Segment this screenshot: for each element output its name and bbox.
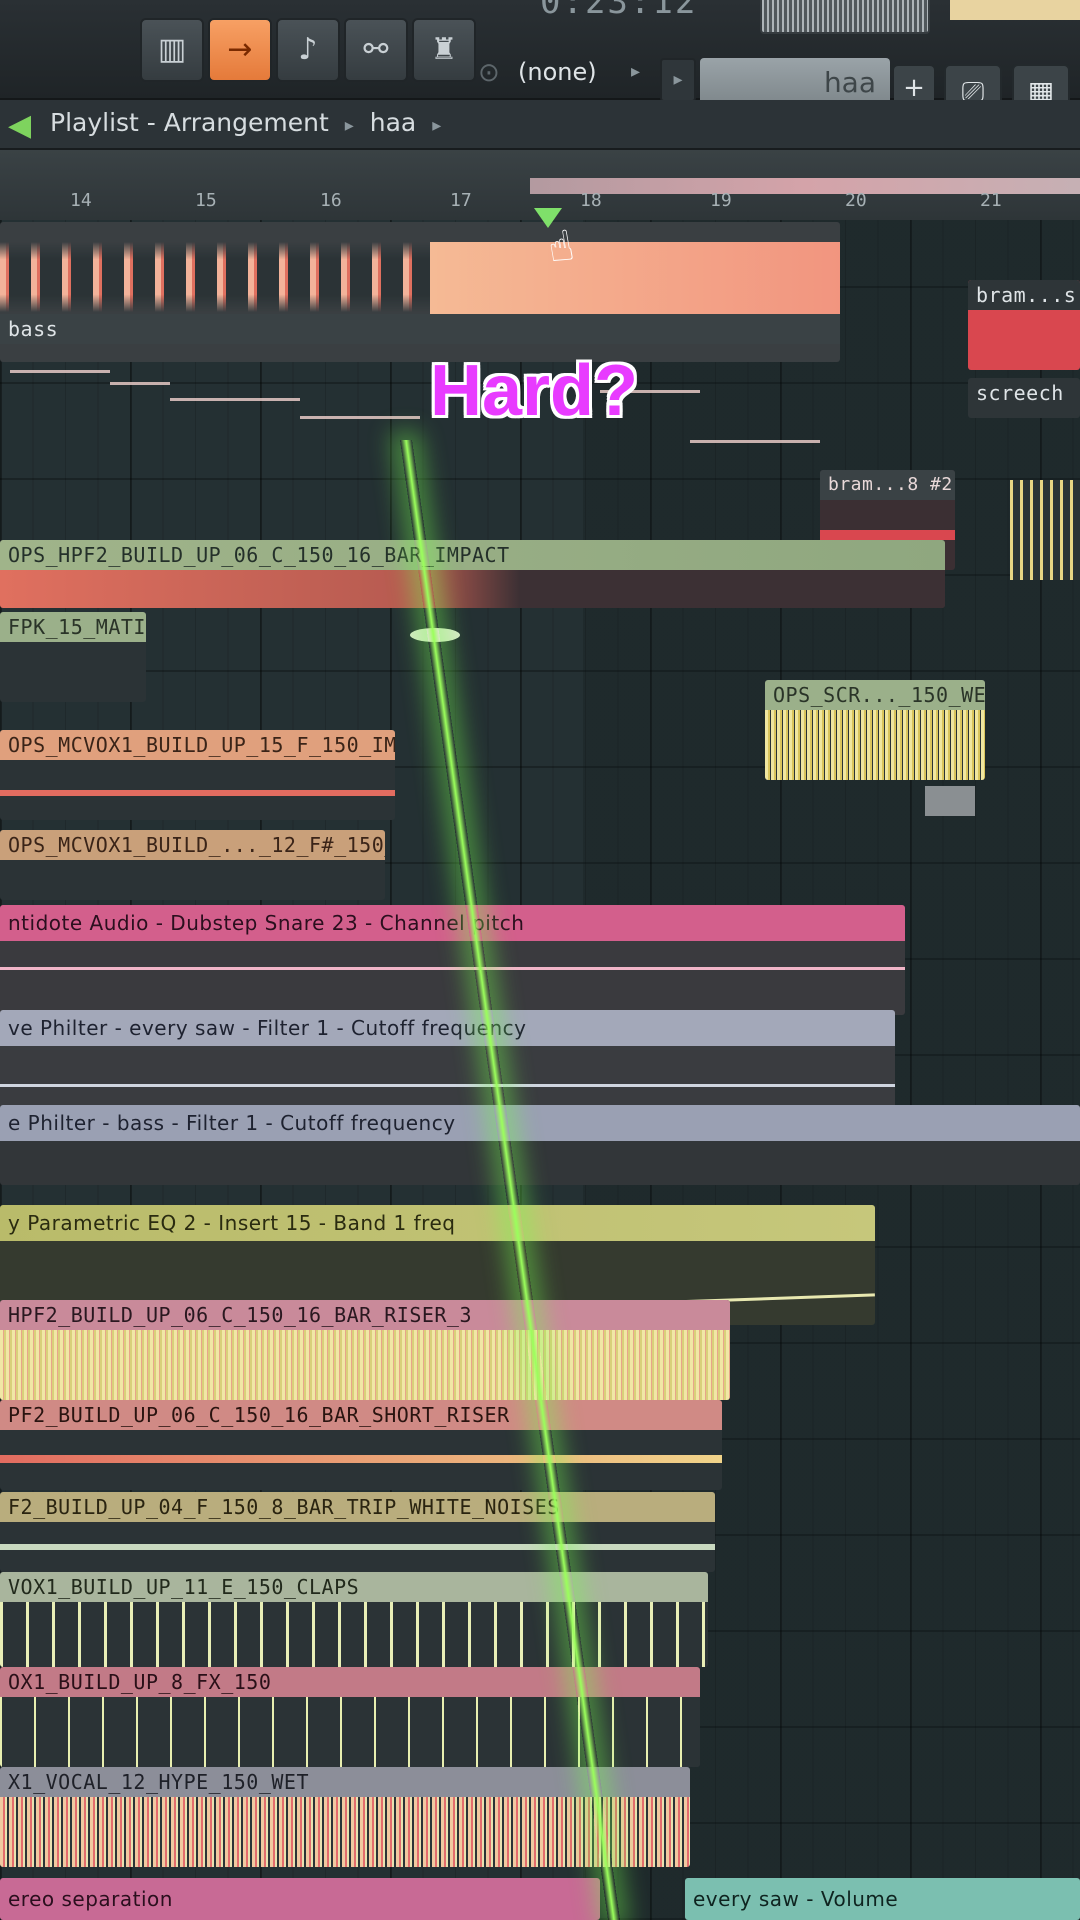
automation-line [0, 790, 395, 796]
plugin-icon[interactable]: ♪ [276, 18, 340, 82]
automation-lane [0, 350, 820, 443]
clip-label: OX1_BUILD_UP_8_FX_150 [0, 1667, 700, 1697]
playlist-clip[interactable]: screech [968, 378, 1080, 418]
automation-clip[interactable]: ereo separation [0, 1878, 600, 1920]
playlist-clip[interactable]: F2_BUILD_UP_04_F_150_8_BAR_TRIP_WHITE_NO… [0, 1492, 715, 1572]
chevron-right-icon: ▸ [630, 61, 640, 82]
current-pattern[interactable]: haa [370, 108, 416, 137]
arrow-tool-icon[interactable]: → [208, 18, 272, 82]
clip-label: ntidote Audio - Dubstep Snare 23 - Chann… [0, 905, 905, 941]
playlist-clip[interactable]: OPS_MCVOX1_BUILD_UP_15_F_150_IMPACT [0, 730, 395, 820]
playlist-clip[interactable]: OPS_MCVOX1_BUILD_..._12_F#_150_CRASHES [0, 830, 385, 900]
bar-number: 18 [580, 190, 602, 211]
bar-number: 16 [320, 190, 342, 211]
window-title: Playlist - Arrangement [50, 108, 329, 137]
clip-label: ereo separation [8, 1887, 173, 1911]
clip-label: bass [0, 314, 840, 344]
clip-waveform [0, 1602, 708, 1667]
automation-line [0, 967, 905, 970]
playlist-clip[interactable]: OPS_HPF2_BUILD_UP_06_C_150_16_BAR_IMPACT [0, 540, 945, 608]
playlist-clip[interactable]: VOX1_BUILD_UP_11_E_150_CLAPS [0, 1572, 708, 1667]
playlist-clip[interactable]: HPF2_BUILD_UP_06_C_150_16_BAR_RISER_3 [0, 1300, 730, 1400]
clip-label: screech [976, 381, 1064, 405]
clip-label: ve Philter - every saw - Filter 1 - Cuto… [0, 1010, 895, 1046]
automation-clip[interactable]: ve Philter - every saw - Filter 1 - Cuto… [0, 1010, 895, 1110]
breadcrumb: Playlist - Arrangement ▸ haa ▸ [50, 108, 449, 137]
automation-clip[interactable]: ntidote Audio - Dubstep Snare 23 - Chann… [0, 905, 905, 1015]
clip-label: bram...s [968, 280, 1080, 310]
automation-line [0, 1084, 895, 1087]
bar-number: 21 [980, 190, 1002, 211]
clip-label: PF2_BUILD_UP_06_C_150_16_BAR_SHORT_RISER [0, 1400, 722, 1430]
lock-icon[interactable]: ⊙ [478, 58, 500, 88]
stamp-icon[interactable]: ♜ [412, 18, 476, 82]
playlist-clip[interactable]: X1_VOCAL_12_HYPE_150_WET [0, 1767, 690, 1867]
bar-number: 17 [450, 190, 472, 211]
clip-waveform [820, 530, 955, 540]
clip-waveform [0, 1455, 722, 1463]
pattern-selector-value: (none) [518, 58, 597, 86]
automation-clip[interactable]: every saw - Volume [685, 1878, 1080, 1920]
bar-number: 14 [70, 190, 92, 211]
clip-label: every saw - Volume [693, 1887, 899, 1911]
clip-label: e Philter - bass - Filter 1 - Cutoff fre… [0, 1105, 1080, 1141]
waveform-meter [760, 0, 930, 34]
clip-label: y Parametric EQ 2 - Insert 15 - Band 1 f… [0, 1205, 875, 1241]
clip-waveform [1010, 480, 1080, 580]
chevron-right-icon: ▸ [344, 115, 354, 136]
clip-label: VOX1_BUILD_UP_11_E_150_CLAPS [0, 1572, 708, 1602]
clip-waveform [0, 1330, 730, 1400]
automation-clip[interactable]: e Philter - bass - Filter 1 - Cutoff fre… [0, 1105, 1080, 1185]
pattern-selector[interactable]: (none) ▸ [510, 52, 640, 92]
clip-waveform [0, 570, 945, 608]
clip-block [925, 786, 975, 816]
clip-waveform [0, 1544, 715, 1550]
play-pattern-button[interactable]: ▸ [660, 58, 696, 102]
link-icon[interactable]: ⚯ [344, 18, 408, 82]
piano-icon[interactable]: ▥ [140, 18, 204, 82]
clip-waveform [765, 710, 985, 780]
chevron-right-icon: ▸ [432, 115, 442, 136]
clip-waveform [0, 1797, 690, 1867]
playlist-clip[interactable]: bram...s [968, 280, 1080, 370]
playlist-clip[interactable]: FPK_15_MATIC [0, 612, 146, 702]
song-time-display: 0:23:12 [540, 0, 698, 22]
playlist-titlebar: ◀ Playlist - Arrangement ▸ haa ▸ [0, 100, 1080, 150]
clip-label: OPS_SCR..._150_WET [765, 680, 985, 710]
clip-label: FPK_15_MATIC [0, 612, 146, 642]
clip-label: OPS_MCVOX1_BUILD_..._12_F#_150_CRASHES [0, 830, 385, 860]
bar-number: 15 [195, 190, 217, 211]
clip-label: F2_BUILD_UP_04_F_150_8_BAR_TRIP_WHITE_NO… [0, 1492, 715, 1522]
playlist-clip[interactable]: OPS_SCR..._150_WET [765, 680, 985, 780]
clip-label: OPS_MCVOX1_BUILD_UP_15_F_150_IMPACT [0, 730, 395, 760]
bar-number: 20 [845, 190, 867, 211]
clip-label: HPF2_BUILD_UP_06_C_150_16_BAR_RISER_3 [0, 1300, 730, 1330]
clip-label: OPS_HPF2_BUILD_UP_06_C_150_16_BAR_IMPACT [0, 540, 945, 570]
speaker-icon[interactable]: ◀ [8, 108, 31, 143]
bar-number: 19 [710, 190, 732, 211]
top-accent-strip [950, 0, 1080, 20]
playlist-clip[interactable]: PF2_BUILD_UP_06_C_150_16_BAR_SHORT_RISER [0, 1400, 722, 1490]
playlist-clip[interactable]: bass [0, 222, 840, 362]
video-caption: Hard? [430, 351, 639, 431]
toolbar: 0:23:12 ▥ → ♪ ⚯ ♜ ⊙ (none) ▸ ▸ haa + ⎚ ▦ [0, 0, 1080, 120]
clip-label: bram...8 #2 [820, 470, 955, 500]
